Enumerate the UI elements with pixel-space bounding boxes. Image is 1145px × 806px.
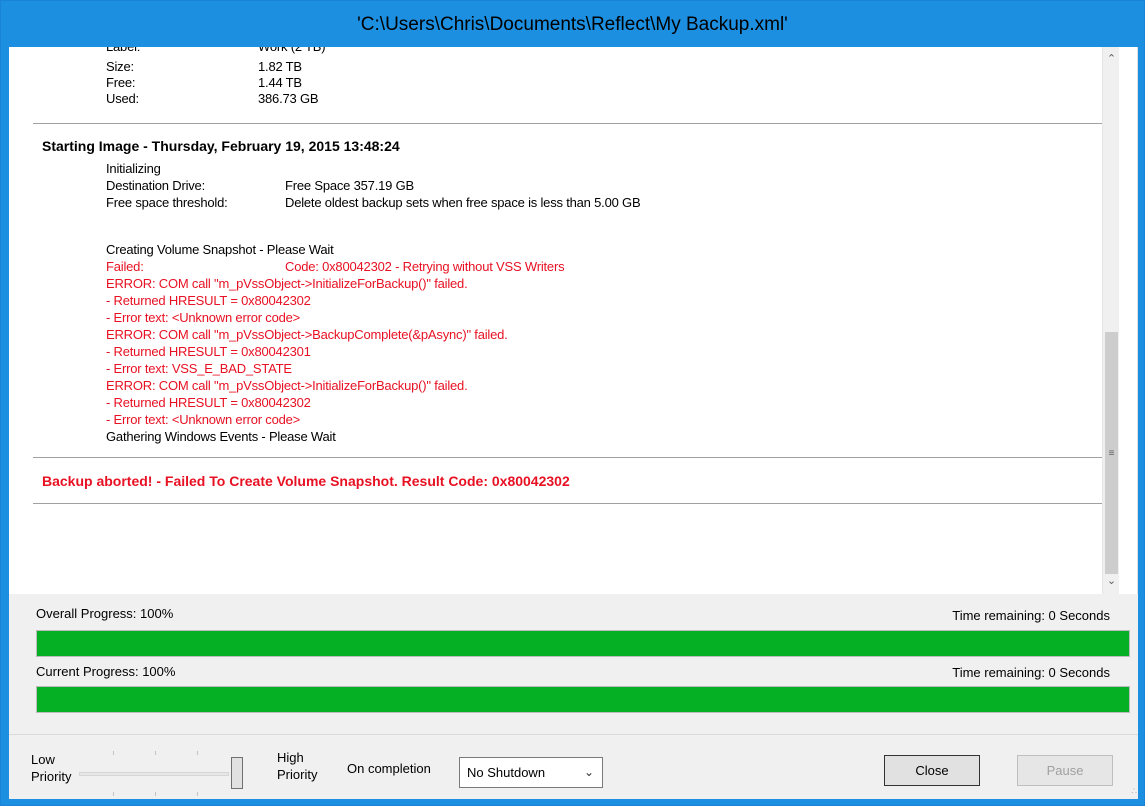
log-error-line: - Returned HRESULT = 0x80042301 xyxy=(106,344,311,359)
log-row-destination: Destination Drive: Free Space 357.19 GB xyxy=(9,178,1009,194)
log-panel: Label: Work (2 TB) Size: 1.82 TB Free: 1… xyxy=(9,47,1138,594)
on-completion-label: On completion xyxy=(347,761,431,776)
log-error-line: ERROR: COM call "m_pVssObject->BackupCom… xyxy=(106,327,508,342)
slider-tick xyxy=(113,792,114,796)
log-key: Free: xyxy=(106,75,136,90)
overall-time-remaining: Time remaining: 0 Seconds xyxy=(952,608,1110,623)
log-value: 1.82 TB xyxy=(258,59,302,74)
slider-tick xyxy=(197,792,198,796)
log-error-line: - Error text: <Unknown error code> xyxy=(106,412,301,427)
scroll-up-icon[interactable]: ⌃ xyxy=(1103,50,1120,67)
log-scrollbar[interactable]: ⌃ ≡ ⌄ xyxy=(1102,47,1119,594)
log-error-line: - Returned HRESULT = 0x80042302 xyxy=(106,395,311,410)
current-progress-bar xyxy=(36,686,1130,713)
log-line-gathering: Gathering Windows Events - Please Wait xyxy=(106,429,336,444)
bottom-controls: Low Priority High Priority On completion… xyxy=(9,734,1138,799)
high-priority-line2: Priority xyxy=(277,767,318,782)
log-error-line: ERROR: COM call "m_pVssObject->Initializ… xyxy=(106,378,468,393)
grip-icon: ≡ xyxy=(1108,447,1115,459)
chevron-down-icon: ⌄ xyxy=(583,765,594,779)
log-heading: Starting Image - Thursday, February 19, … xyxy=(42,138,400,154)
log-key: Used: xyxy=(106,91,139,106)
log-line-initializing: Initializing xyxy=(106,161,161,176)
log-value: Delete oldest backup sets when free spac… xyxy=(285,195,641,210)
log-key: Label: xyxy=(106,47,140,55)
log-aborted-message: Backup aborted! - Failed To Create Volum… xyxy=(42,473,570,489)
log-key: Free space threshold: xyxy=(106,195,228,210)
log-key: Destination Drive: xyxy=(106,178,205,193)
log-error-line: ERROR: COM call "m_pVssObject->Initializ… xyxy=(106,276,468,291)
slider-tick xyxy=(155,751,156,755)
log-value: Free Space 357.19 GB xyxy=(285,178,414,193)
log-separator xyxy=(33,123,1102,124)
log-value: 386.73 GB xyxy=(258,91,319,106)
close-button[interactable]: Close xyxy=(884,755,980,786)
log-row-size: Size: 1.82 TB xyxy=(9,59,809,75)
log-separator xyxy=(33,457,1102,458)
log-key: Size: xyxy=(106,59,134,74)
low-priority-line1: Low xyxy=(31,752,55,767)
scroll-thumb[interactable]: ≡ xyxy=(1105,332,1118,574)
on-completion-select[interactable]: No Shutdown ⌄ xyxy=(459,757,603,788)
log-row-used: Used: 386.73 GB xyxy=(9,91,809,107)
overall-progress-fill xyxy=(37,631,1129,656)
priority-slider-thumb[interactable] xyxy=(231,757,243,789)
high-priority-line1: High xyxy=(277,750,304,765)
log-row-free: Free: 1.44 TB xyxy=(9,75,809,91)
log-error-line: - Returned HRESULT = 0x80042302 xyxy=(106,293,311,308)
low-priority-label: Low Priority xyxy=(31,751,71,785)
log-content: Label: Work (2 TB) Size: 1.82 TB Free: 1… xyxy=(9,47,1102,594)
overall-progress-label: Overall Progress: 100% xyxy=(36,606,174,621)
log-separator xyxy=(33,503,1102,504)
pause-button[interactable]: Pause xyxy=(1017,755,1113,786)
overall-progress-bar xyxy=(36,630,1130,657)
client-area: Label: Work (2 TB) Size: 1.82 TB Free: 1… xyxy=(9,47,1138,799)
log-value: Work (2 TB) xyxy=(258,47,326,55)
log-error-line: - Error text: <Unknown error code> xyxy=(106,310,301,325)
log-row-threshold: Free space threshold: Delete oldest back… xyxy=(9,195,1009,211)
log-key: Failed: xyxy=(106,259,144,274)
backup-window: 'C:\Users\Chris\Documents\Reflect\My Bac… xyxy=(0,0,1145,806)
current-progress-fill xyxy=(37,687,1129,712)
log-line-snapshot: Creating Volume Snapshot - Please Wait xyxy=(106,242,334,257)
log-row-failed: Failed: Code: 0x80042302 - Retrying with… xyxy=(9,259,1009,275)
log-value: Code: 0x80042302 - Retrying without VSS … xyxy=(285,259,565,274)
log-value: 1.44 TB xyxy=(258,75,302,90)
title-bar[interactable]: 'C:\Users\Chris\Documents\Reflect\My Bac… xyxy=(2,2,1143,47)
priority-slider-track[interactable] xyxy=(79,772,229,776)
slider-tick xyxy=(113,751,114,755)
low-priority-line2: Priority xyxy=(31,769,72,784)
slider-tick xyxy=(155,792,156,796)
resize-grip-icon[interactable]: ∴ xyxy=(1131,786,1137,797)
scroll-down-icon[interactable]: ⌄ xyxy=(1103,572,1120,589)
window-title: 'C:\Users\Chris\Documents\Reflect\My Bac… xyxy=(357,13,788,35)
log-row-label: Label: Work (2 TB) xyxy=(9,47,809,55)
high-priority-label: High Priority xyxy=(277,749,317,783)
slider-tick xyxy=(197,751,198,755)
current-time-remaining: Time remaining: 0 Seconds xyxy=(952,665,1110,680)
current-progress-label: Current Progress: 100% xyxy=(36,664,176,679)
on-completion-value: No Shutdown xyxy=(467,765,546,780)
log-error-line: - Error text: VSS_E_BAD_STATE xyxy=(106,361,292,376)
